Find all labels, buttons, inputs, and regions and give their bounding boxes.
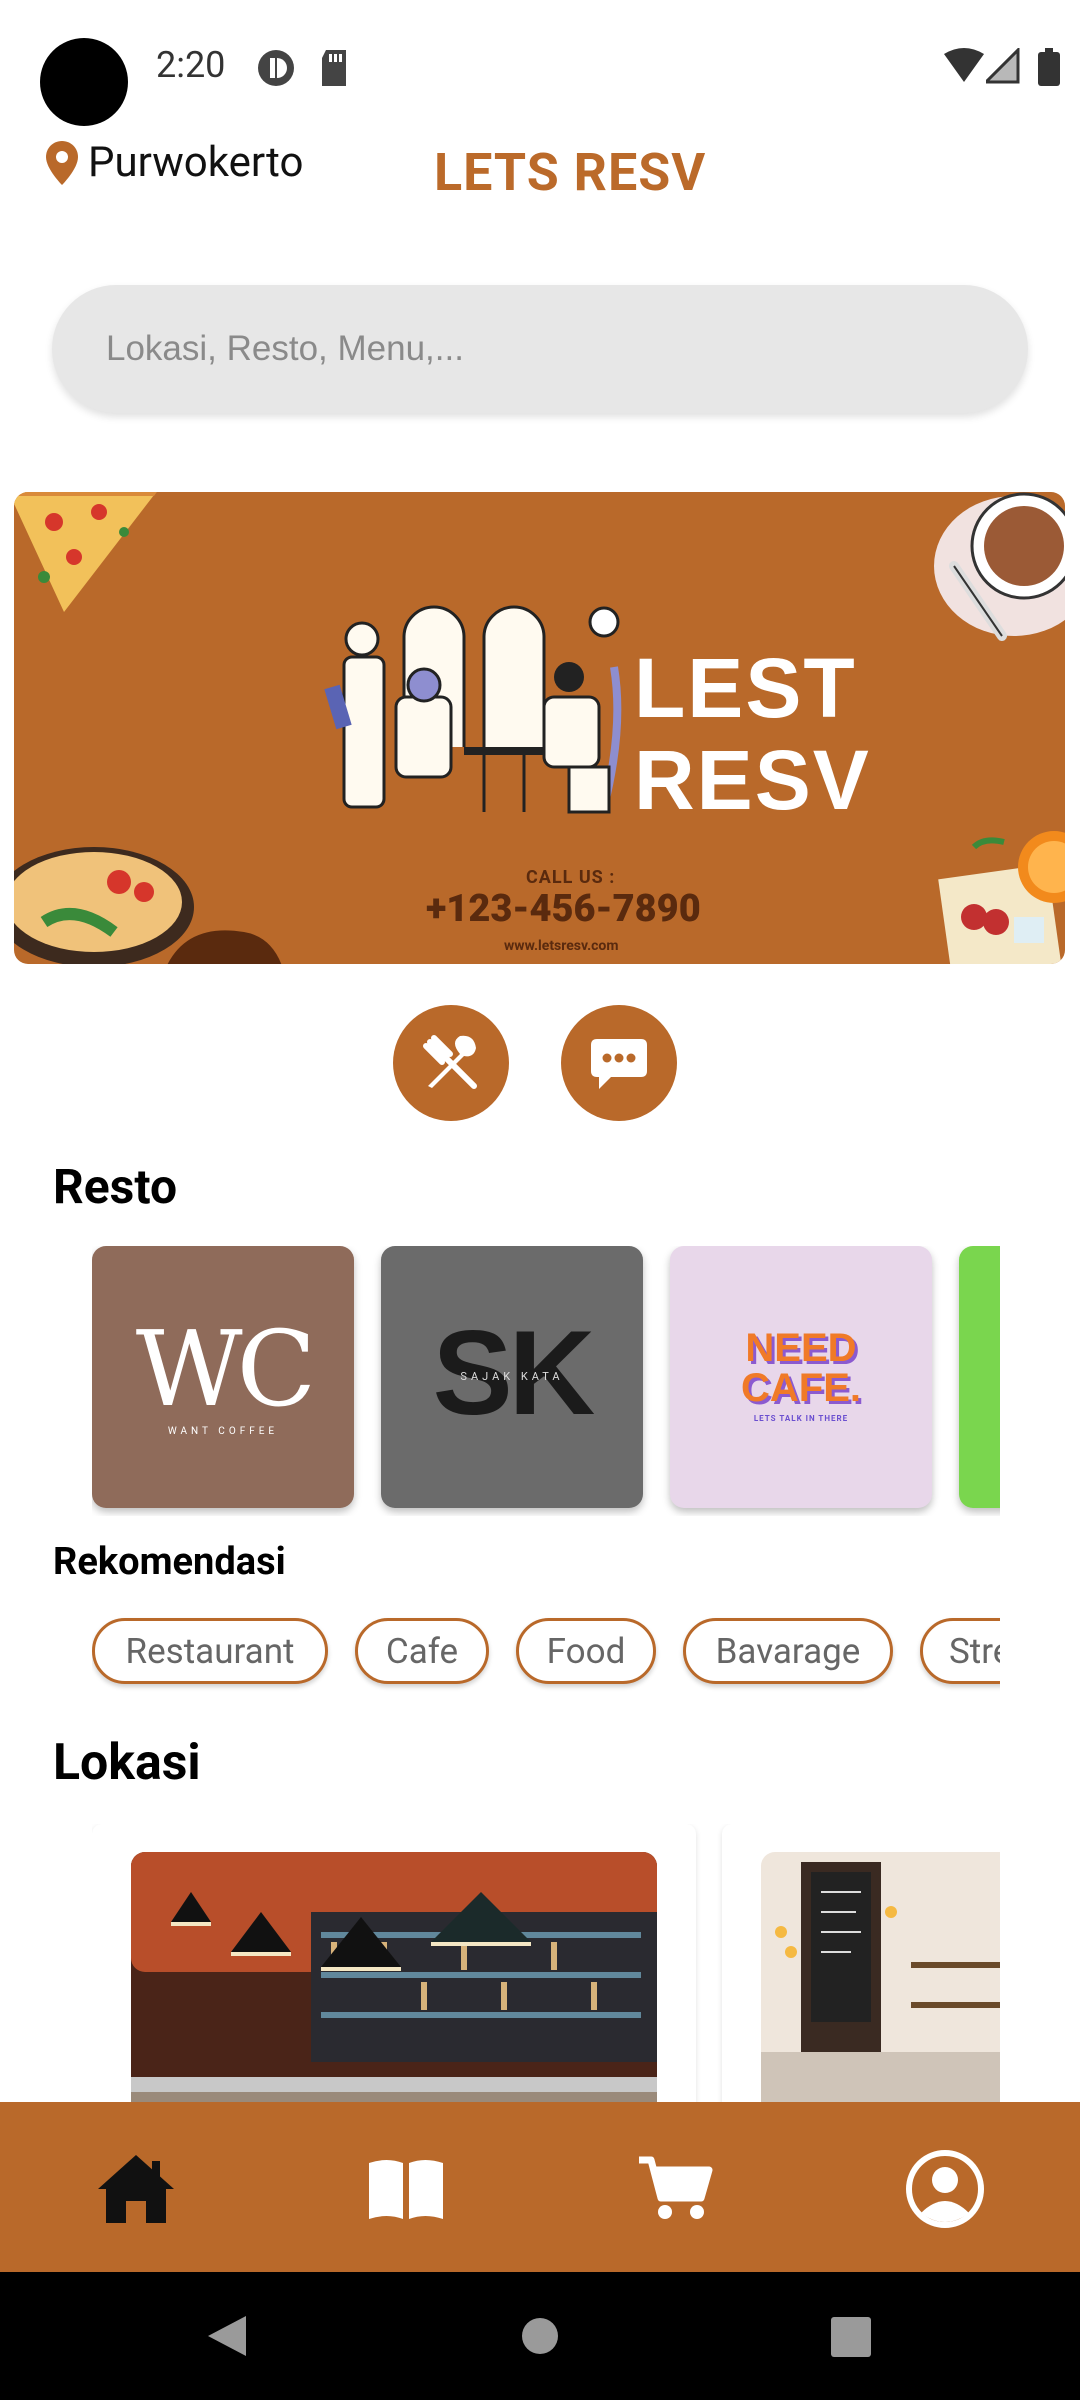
resto-logo-sub: WANT COFFEE	[167, 1426, 279, 1437]
home-icon	[98, 2155, 174, 2223]
resto-card-sajak-kata[interactable]: SK SAJAK KATA	[381, 1246, 643, 1508]
home-circle-icon[interactable]	[521, 2317, 559, 2355]
location-card[interactable]	[92, 1824, 696, 2102]
resto-card-need-cafe[interactable]: NEED CAFE. LETS TALK IN THERE	[670, 1246, 932, 1508]
resto-card-want-coffee[interactable]: WC WANT COFFEE	[92, 1246, 354, 1508]
rekomendasi-title: Rekomendasi	[53, 1540, 286, 1584]
chip-food[interactable]: Food	[516, 1618, 656, 1684]
book-icon	[369, 2160, 443, 2219]
chat-bubble-icon	[591, 1039, 647, 1089]
category-chips[interactable]: Restaurant Cafe Food Bavarage Street Foo…	[92, 1614, 1000, 1694]
cart-icon	[639, 2156, 713, 2219]
chip-bavarage[interactable]: Bavarage	[683, 1618, 893, 1684]
cafe-interior-photo	[761, 1852, 1000, 2102]
resto-carousel[interactable]: WC WANT COFFEE SK SAJAK KATA NEED CAFE. …	[92, 1246, 1000, 1516]
back-icon[interactable]	[206, 2314, 248, 2358]
banner-website: www.letsresv.com	[504, 938, 619, 954]
chat-action-button[interactable]	[561, 1005, 677, 1121]
location-label: Purwokerto	[88, 138, 304, 187]
restaurant-action-button[interactable]	[393, 1005, 509, 1121]
map-pin-icon	[46, 140, 78, 185]
battery-icon	[1038, 48, 1060, 86]
vpn-icon	[258, 50, 294, 86]
system-navigation-bar	[0, 2272, 1080, 2400]
resto-logo-main: WC	[135, 1308, 316, 1430]
noodle-bowl-illustration	[14, 847, 282, 964]
nav-menu[interactable]	[361, 2144, 451, 2234]
resto-logo-main: NEED CAFE.	[741, 1326, 861, 1410]
fork-knife-icon	[423, 1035, 477, 1089]
nav-cart[interactable]	[630, 2144, 720, 2234]
signal-icon	[986, 48, 1020, 84]
promo-banner[interactable]: LEST RESV CALL US : +123-456-7890 www.le…	[14, 492, 1065, 964]
resto-logo-sub: SAJAK KATA	[460, 1370, 564, 1383]
lokasi-title: Lokasi	[53, 1734, 201, 1792]
profile-icon	[906, 2150, 984, 2228]
camera-cutout	[40, 38, 128, 126]
status-bar: 2:20	[0, 0, 1080, 130]
bottom-navigation	[0, 2102, 1080, 2272]
chip-cafe[interactable]: Cafe	[355, 1618, 489, 1684]
sd-card-icon	[322, 50, 346, 86]
chip-restaurant[interactable]: Restaurant	[92, 1618, 328, 1684]
coffee-cup-illustration	[934, 492, 1065, 641]
app-title: LETS RESV	[434, 142, 707, 203]
resto-title: Resto	[53, 1158, 178, 1215]
resto-card-partial[interactable]	[959, 1246, 1000, 1508]
nav-profile[interactable]	[900, 2144, 990, 2234]
location-card[interactable]	[722, 1824, 1000, 2102]
status-time: 2:20	[156, 44, 226, 86]
nav-home[interactable]	[91, 2144, 181, 2234]
wifi-icon	[944, 48, 984, 82]
search-bar[interactable]	[52, 285, 1028, 413]
recents-icon[interactable]	[831, 2317, 871, 2357]
location-carousel[interactable]	[92, 1824, 1000, 2102]
pizza-illustration	[14, 492, 157, 612]
bar-interior-photo	[131, 1852, 657, 2102]
banner-call-label: CALL US :	[526, 867, 616, 888]
banner-phone: +123-456-7890	[426, 887, 701, 931]
location-selector[interactable]: Purwokerto	[46, 138, 303, 187]
resto-logo-sub: LETS TALK IN THERE	[753, 1414, 849, 1423]
fruit-illustration	[938, 831, 1065, 964]
diners-illustration	[324, 605, 622, 814]
chip-street-food[interactable]: Street Food	[920, 1618, 1000, 1684]
banner-title: LEST RESV	[634, 641, 871, 827]
search-input[interactable]	[104, 328, 988, 370]
